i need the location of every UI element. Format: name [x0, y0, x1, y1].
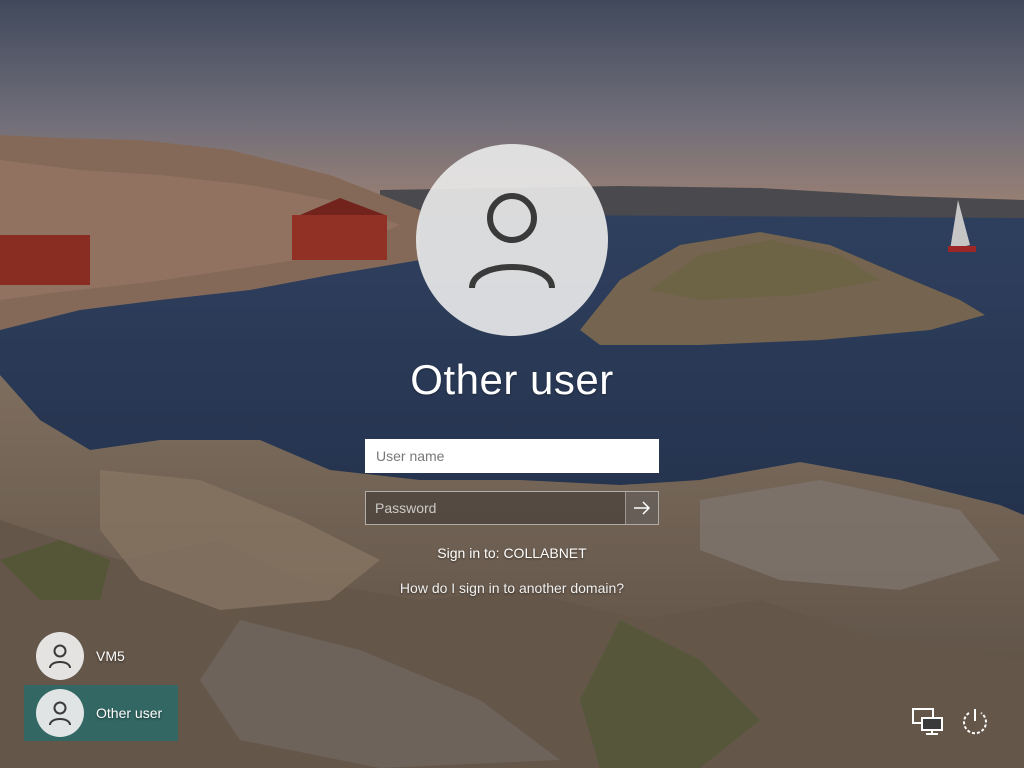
username-input[interactable]: [367, 441, 657, 471]
network-icon: [912, 708, 943, 735]
another-domain-help-link[interactable]: How do I sign in to another domain?: [0, 580, 1024, 596]
user-tile-vm5[interactable]: VM5: [24, 628, 178, 684]
user-tile-other-user[interactable]: Other user: [24, 685, 178, 741]
network-button[interactable]: [910, 704, 946, 740]
sign-in-to-domain-text: Sign in to: COLLABNET: [437, 545, 587, 561]
selected-user-avatar: [416, 144, 608, 336]
power-button[interactable]: [957, 704, 993, 740]
user-tile-label: VM5: [96, 648, 125, 664]
username-field-container: [365, 439, 659, 473]
selected-user-name: Other user: [410, 356, 614, 403]
power-icon: [963, 709, 987, 735]
user-avatar: [36, 689, 84, 737]
submit-button[interactable]: [625, 492, 658, 524]
arrow-right-icon: [634, 501, 651, 515]
person-icon: [469, 193, 555, 289]
user-avatar: [36, 632, 84, 680]
user-tile-label: Other user: [96, 705, 163, 721]
password-field-container: [365, 491, 659, 525]
person-icon: [49, 644, 71, 669]
person-icon: [49, 701, 71, 726]
password-input[interactable]: [366, 492, 625, 524]
